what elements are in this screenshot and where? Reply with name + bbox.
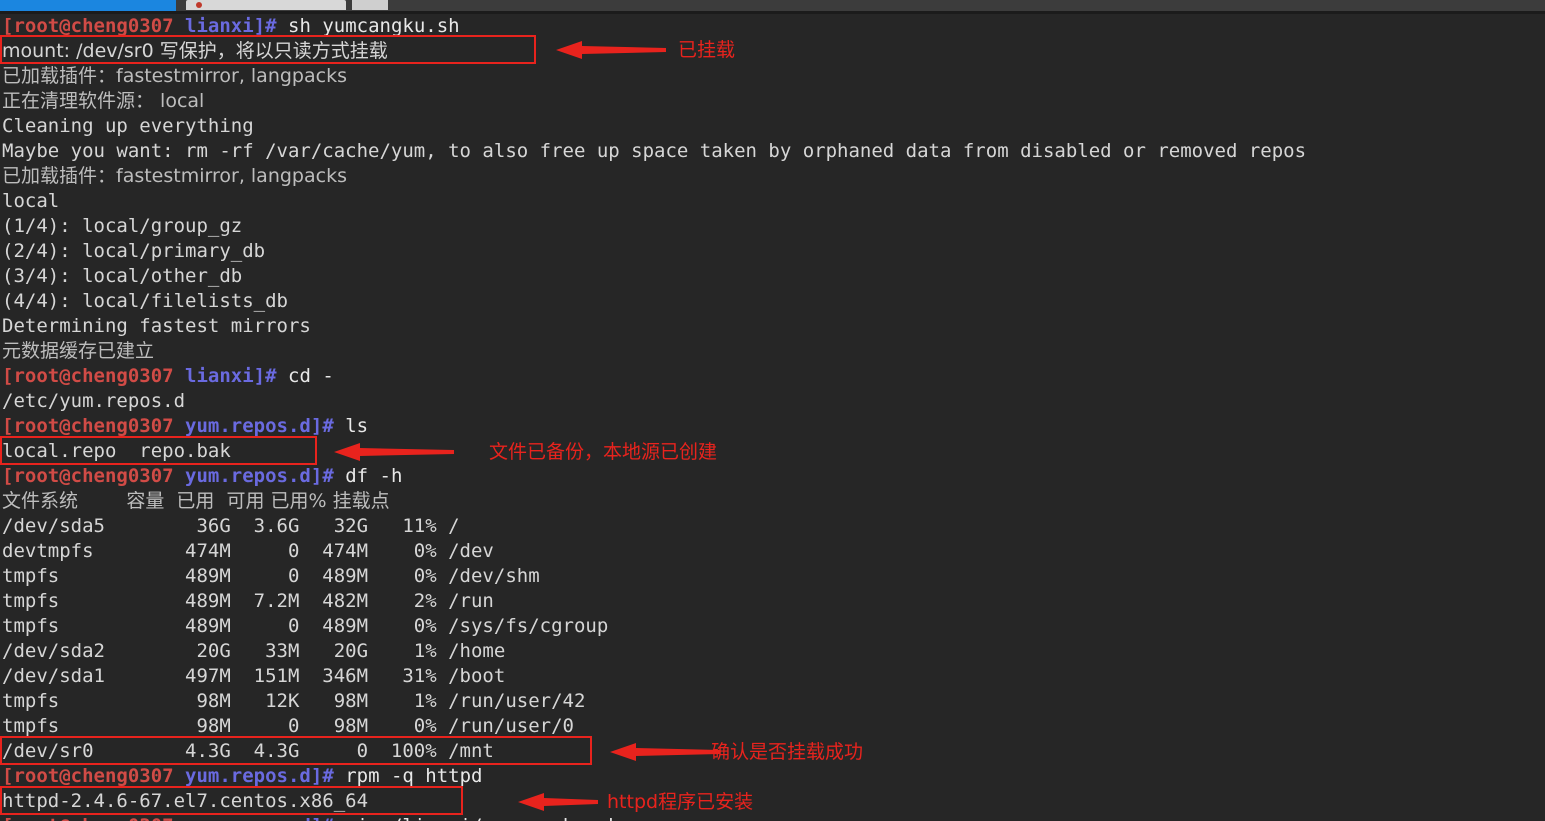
table-row: tmpfs 98M 12K 98M 1% /run/user/42 [2,690,586,712]
terminal-line-prompt: [root@cheng0307 yum.repos.d]# ls [2,414,368,439]
prompt-command: sh yumcangku.sh [276,15,460,37]
prompt-command: cd - [276,365,334,387]
arrow-httpd-ok [518,793,598,811]
prompt-dir: yum.repos.d]# [185,765,334,787]
tab-active[interactable] [0,0,176,11]
browser-tab-strip [0,0,1545,11]
terminal-line-output: 元数据缓存已建立 [2,340,155,362]
prompt-user: [root@cheng0307 [2,15,174,37]
terminal-line-output: 已加载插件：fastestmirror, langpacks [2,165,347,187]
table-row: devtmpfs 474M 0 474M 0% /dev [2,540,494,562]
prompt-user: [root@cheng0307 [2,765,174,787]
prompt-command: vim /lianxi/yumcangku.sh [334,815,620,821]
terminal-line-output: (2/4): local/primary_db [2,240,266,262]
table-row: tmpfs 489M 0 489M 0% /sys/fs/cgroup [2,615,609,637]
annotation-mounted: 已挂载 [678,39,736,61]
terminal-line-output: (1/4): local/group_gz [2,215,243,237]
terminal-line-output: /etc/yum.repos.d [2,390,186,412]
terminal-line-output: Cleaning up everything [2,115,254,137]
annotation-mount-ok: 确认是否挂载成功 [711,741,864,763]
prompt-dir: yum.repos.d]# [185,465,334,487]
table-row: tmpfs 98M 0 98M 0% /run/user/0 [2,715,574,737]
terminal-line-output: local.repo repo.bak [2,440,231,462]
prompt-command: df -h [333,465,403,487]
terminal-line-output: httpd-2.4.6-67.el7.centos.x86_64 [2,790,369,812]
terminal-line-output: Maybe you want: rm -rf /var/cache/yum, t… [2,140,1307,162]
terminal-line-prompt: [root@cheng0307 yum.repos.d]# vim /lianx… [2,814,620,821]
arrow-mounted [556,41,666,59]
tab-new-button[interactable] [352,0,388,10]
table-row: tmpfs 489M 0 489M 0% /dev/shm [2,565,540,587]
df-table-header: 文件系统 容量 已用 可用 已用% 挂载点 [2,490,390,512]
terminal-output[interactable]: [root@cheng0307 lianxi]# sh yumcangku.sh… [0,14,1545,821]
prompt-command: ls [333,415,369,437]
terminal-line-prompt: [root@cheng0307 lianxi]# cd - [2,364,334,389]
terminal-line-prompt: [root@cheng0307 yum.repos.d]# rpm -q htt… [2,764,482,789]
table-row: /dev/sr0 4.3G 4.3G 0 100% /mnt [2,740,494,762]
terminal-line-output: 正在清理软件源： local [2,90,205,112]
table-row: tmpfs 489M 7.2M 482M 2% /run [2,590,494,612]
prompt-user: [root@cheng0307 [2,365,174,387]
terminal-line-output: local [2,190,60,212]
terminal-line-output: Determining fastest mirrors [2,315,311,337]
arrow-mount-ok [610,743,720,761]
prompt-user: [root@cheng0307 [2,465,174,487]
terminal-line-output: 已加载插件：fastestmirror, langpacks [2,65,347,87]
prompt-command: rpm -q httpd [333,765,483,787]
terminal-line-prompt: [root@cheng0307 yum.repos.d]# df -h [2,464,402,489]
annotation-backup: 文件已备份，本地源已创建 [489,441,718,463]
terminal-line-prompt: [root@cheng0307 lianxi]# sh yumcangku.sh [2,14,460,39]
tab-inactive[interactable] [186,0,346,10]
screenshot-root: [root@cheng0307 lianxi]# sh yumcangku.sh… [0,0,1545,821]
terminal-line-output: (3/4): local/other_db [2,265,243,287]
arrow-backup [334,443,454,461]
prompt-user: [root@cheng0307 [2,815,174,821]
annotation-httpd-ok: httpd程序已安装 [607,791,754,813]
prompt-user: [root@cheng0307 [2,415,174,437]
tab-favicon-icon [196,2,202,8]
prompt-dir: lianxi]# [185,365,277,387]
terminal-line-output: (4/4): local/filelists_db [2,290,288,312]
table-row: /dev/sda5 36G 3.6G 32G 11% / [2,515,460,537]
table-row: /dev/sda1 497M 151M 346M 31% /boot [2,665,506,687]
terminal-line-output: mount: /dev/sr0 写保护，将以只读方式挂载 [2,40,388,62]
tab-strip-empty-area [388,0,1545,11]
prompt-dir: lianxi]# [185,15,277,37]
table-row: /dev/sda2 20G 33M 20G 1% /home [2,640,506,662]
prompt-dir: yum.repos.d]# [185,815,334,821]
prompt-dir: yum.repos.d]# [185,415,334,437]
